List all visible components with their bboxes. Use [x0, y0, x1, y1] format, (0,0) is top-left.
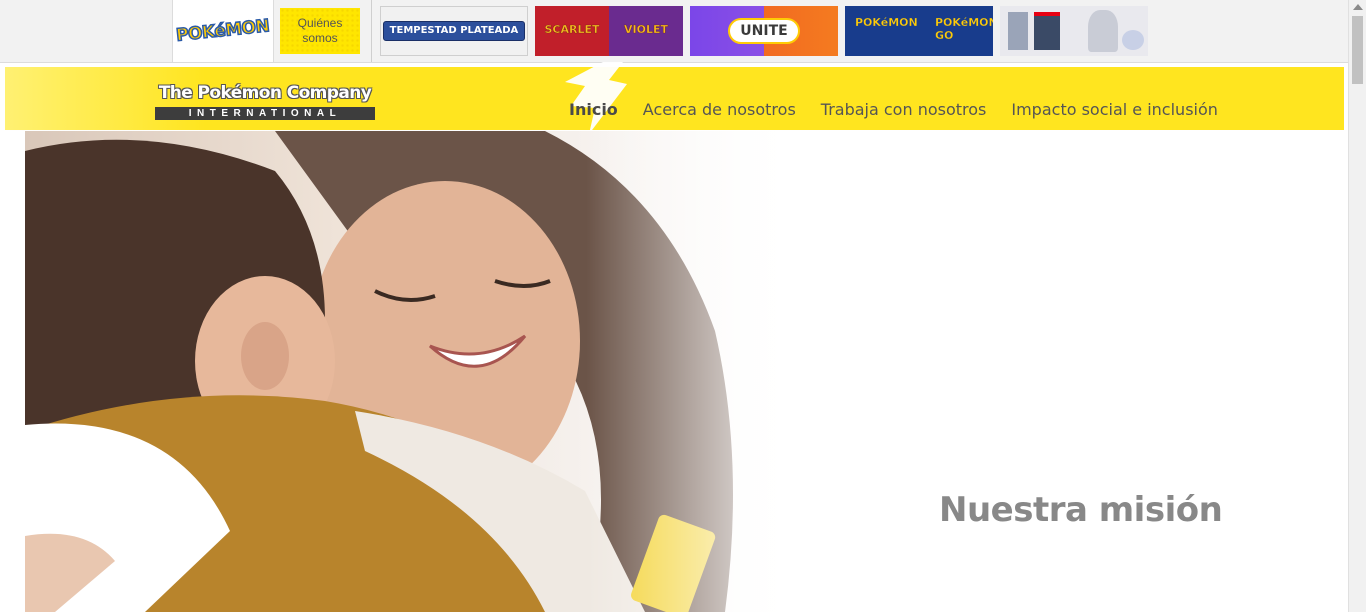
tile-pokemon-go[interactable]: POKéMON POKéMON GO — [845, 6, 993, 56]
logo-name: The Pokémon Company — [158, 83, 372, 103]
tile-scarlet-violet[interactable]: SCARLET VIOLET — [535, 6, 683, 56]
tile-label-pokemon: POKéMON — [855, 16, 918, 29]
logo-subtitle: INTERNATIONAL — [155, 107, 375, 120]
nav-impacto-social[interactable]: Impacto social e inclusión — [1011, 98, 1218, 122]
tile-label: UNITE — [728, 18, 800, 44]
nav-trabaja-con-nosotros[interactable]: Trabaja con nosotros — [821, 98, 987, 122]
main-nav: Inicio Acerca de nosotros Trabaja con no… — [569, 98, 1243, 122]
tile-label: TEMPESTAD PLATEADA — [382, 21, 526, 41]
company-logo[interactable]: The Pokémon Company INTERNATIONAL — [155, 81, 375, 121]
tile-legends-arceus[interactable] — [1000, 6, 1148, 56]
tile-pokemon-unite[interactable]: UNITE — [690, 6, 838, 56]
tile-tempestad-plateada[interactable]: TEMPESTAD PLATEADA — [380, 6, 528, 56]
hero-illustration — [25, 131, 805, 612]
nav-acerca-de-nosotros[interactable]: Acerca de nosotros — [643, 98, 796, 122]
game-case-icon — [1034, 12, 1060, 50]
arceus-figure-icon — [1088, 10, 1118, 52]
game-bar: POKéMON Quiénes somos TEMPESTAD PLATEADA… — [0, 0, 1348, 63]
tile-label-scarlet: SCARLET — [544, 23, 600, 36]
quienes-somos-tab[interactable]: Quiénes somos — [280, 8, 360, 54]
pokemon-logo: POKéMON — [175, 15, 272, 46]
nav-inicio[interactable]: Inicio — [569, 98, 618, 122]
tile-label-violet: VIOLET — [624, 23, 668, 36]
mission-heading: Nuestra misión — [939, 490, 1223, 530]
pokemon-home-tab[interactable]: POKéMON — [172, 0, 274, 62]
tile-label-pokemon-go: POKéMON GO — [935, 16, 993, 42]
pokeball-emblem-icon — [1122, 30, 1144, 50]
hero-image — [25, 131, 805, 612]
divider — [371, 0, 372, 62]
switch-box-icon — [1008, 12, 1028, 50]
quienes-somos-label: Quiénes somos — [297, 16, 343, 45]
scrollbar-thumb[interactable] — [1352, 16, 1363, 84]
scroll-up-arrow-icon[interactable] — [1353, 4, 1363, 10]
page-scrollbar[interactable] — [1348, 0, 1366, 612]
